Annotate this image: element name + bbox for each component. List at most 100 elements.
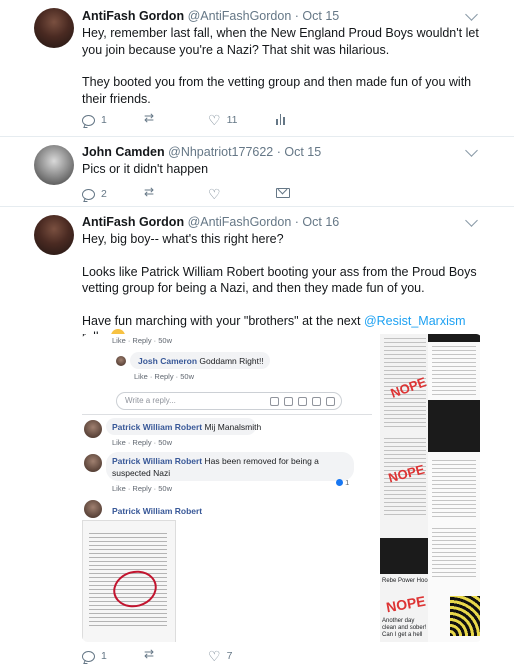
reply-button[interactable]: 1: [82, 650, 107, 662]
write-reply-placeholder: Write a reply...: [125, 396, 176, 405]
retweet-button[interactable]: ⇄: [144, 647, 164, 661]
comment-body: suspected Nazi: [112, 468, 171, 478]
like-button[interactable]: ♡: [208, 186, 227, 202]
screenshot-strip-right: [428, 334, 480, 642]
timestamp[interactable]: · Oct 15: [277, 145, 321, 159]
comment-body: Goddamn Right!!: [199, 356, 264, 366]
tweet-actions: 2 ⇄ ♡: [82, 185, 382, 206]
comment-text: Josh Cameron Goddamn Right!!: [138, 356, 264, 366]
avatar[interactable]: [34, 8, 74, 48]
thumb-text: Another day clean and sober! Can I get a…: [382, 618, 427, 638]
screenshot-strip-left: NOPE NOPE Rebe Power Hooligan NOPE Anoth…: [380, 334, 440, 642]
tweet-header: AntiFash Gordon @AntiFashGordon · Oct 15: [82, 9, 339, 23]
timestamp[interactable]: · Oct 16: [295, 215, 339, 229]
author-handle[interactable]: @AntiFashGordon: [188, 215, 292, 229]
avatar[interactable]: [34, 215, 74, 255]
tweet-actions: 1 ⇄ ♡ 11: [82, 111, 382, 132]
tweet-image[interactable]: Like · Reply · 50w Josh Cameron Goddamn …: [82, 334, 482, 642]
comment-text: Patrick William Robert: [112, 506, 202, 516]
like-reaction-icon: [336, 479, 343, 486]
dark-image-block: [428, 400, 480, 452]
embedded-phone-screenshot: [82, 520, 176, 642]
tweet-text: Hey, remember last fall, when the New En…: [82, 25, 482, 107]
retweet-icon: ⇄: [144, 111, 155, 125]
tweet-text: Pics or it didn't happen: [82, 161, 482, 178]
heart-icon: ♡: [208, 186, 221, 202]
reaction-count: 1: [336, 478, 349, 487]
reply-count: 1: [101, 650, 107, 662]
author-name[interactable]: John Camden: [82, 145, 165, 159]
patterned-graphic: [450, 596, 480, 636]
heart-icon: ♡: [208, 648, 221, 664]
comment-body: Mij Manalsmith: [204, 422, 262, 432]
tweet-2[interactable]: John Camden @Nhpatriot177622 · Oct 15 Pi…: [0, 137, 514, 207]
tweet-actions: 1 ⇄ ♡ 7: [82, 647, 382, 668]
write-reply-box: Write a reply...: [116, 392, 342, 410]
tweet-text-segment: Have fun marching with your "brothers" a…: [82, 313, 364, 328]
tweet-text: Hey, big boy-- what's this right here? L…: [82, 231, 492, 346]
tweet-header: AntiFash Gordon @AntiFashGordon · Oct 16: [82, 215, 339, 229]
tweet-header: John Camden @Nhpatriot177622 · Oct 15: [82, 145, 321, 159]
chevron-down-icon[interactable]: [465, 144, 478, 157]
reply-count: 1: [101, 114, 107, 126]
author-name[interactable]: AntiFash Gordon: [82, 215, 184, 229]
avatar: [116, 356, 126, 366]
direct-message-button[interactable]: [276, 188, 290, 198]
tweet-paragraph: They booted you from the vetting group a…: [82, 75, 472, 106]
avatar[interactable]: [34, 145, 74, 185]
like-button[interactable]: ♡ 7: [208, 648, 233, 664]
tweet-paragraph: Pics or it didn't happen: [82, 162, 209, 176]
author-name[interactable]: AntiFash Gordon: [82, 9, 184, 23]
reply-icon: [82, 114, 95, 126]
like-reply-meta: Like · Reply · 50w: [134, 372, 195, 381]
mention-link[interactable]: @Resist_Marxism: [364, 314, 466, 328]
reply-button[interactable]: 1: [82, 114, 107, 126]
like-button[interactable]: ♡ 11: [208, 112, 238, 128]
divider: [82, 414, 372, 415]
screenshot-text-lines: [432, 528, 476, 578]
tweet-paragraph: Hey, remember last fall, when the New En…: [82, 26, 479, 57]
avatar: [84, 500, 102, 518]
comment-text: Patrick William Robert Has been removed …: [112, 456, 319, 466]
chevron-down-icon[interactable]: [465, 214, 478, 227]
reply-box-icons: [270, 397, 335, 406]
reply-icon: [82, 650, 95, 662]
reply-button[interactable]: 2: [82, 188, 107, 200]
commenter-name: Patrick William Robert: [112, 506, 203, 516]
tweet-paragraph: Hey, big boy-- what's this right here?: [82, 232, 284, 246]
stats-icon: [276, 114, 285, 125]
retweet-icon: ⇄: [144, 647, 155, 661]
retweet-button[interactable]: ⇄: [144, 111, 164, 125]
like-count: 7: [226, 650, 233, 662]
facebook-comments-screenshot: Like · Reply · 50w Josh Cameron Goddamn …: [82, 334, 372, 642]
screenshot-text-lines: [432, 346, 476, 396]
like-count: 11: [226, 114, 238, 126]
dark-screenshot-header: [380, 538, 432, 574]
like-reply-meta: Like · Reply · 50w: [112, 336, 173, 345]
commenter-name: Josh Cameron: [138, 356, 198, 366]
reply-count: 2: [101, 188, 107, 200]
reply-icon: [82, 188, 95, 200]
like-reply-meta: Like · Reply · 50w: [112, 438, 173, 447]
comment-body: Has been removed for being a: [204, 456, 319, 466]
author-handle[interactable]: @AntiFashGordon: [188, 9, 292, 23]
chevron-down-icon[interactable]: [465, 8, 478, 21]
comment-text: Patrick William Robert Mij Manalsmith: [112, 422, 261, 432]
like-reply-meta: Like · Reply · 50w: [112, 484, 173, 493]
tweet-paragraph: Looks like Patrick William Robert bootin…: [82, 264, 477, 296]
commenter-name: Patrick William Robert: [112, 456, 203, 466]
tweet-1[interactable]: AntiFash Gordon @AntiFashGordon · Oct 15…: [0, 0, 514, 138]
retweet-icon: ⇄: [144, 185, 155, 199]
avatar: [84, 420, 102, 438]
analytics-button[interactable]: [276, 114, 285, 125]
dark-bar: [428, 334, 480, 342]
avatar: [84, 454, 102, 472]
nope-scribble-text: NOPE: [384, 592, 427, 616]
author-handle[interactable]: @Nhpatriot177622: [168, 145, 273, 159]
screenshot-text-lines: [432, 460, 476, 520]
timestamp[interactable]: · Oct 15: [295, 9, 339, 23]
heart-icon: ♡: [208, 112, 221, 128]
commenter-name: Patrick William Robert: [112, 422, 203, 432]
mail-icon: [276, 188, 290, 198]
retweet-button[interactable]: ⇄: [144, 185, 164, 199]
